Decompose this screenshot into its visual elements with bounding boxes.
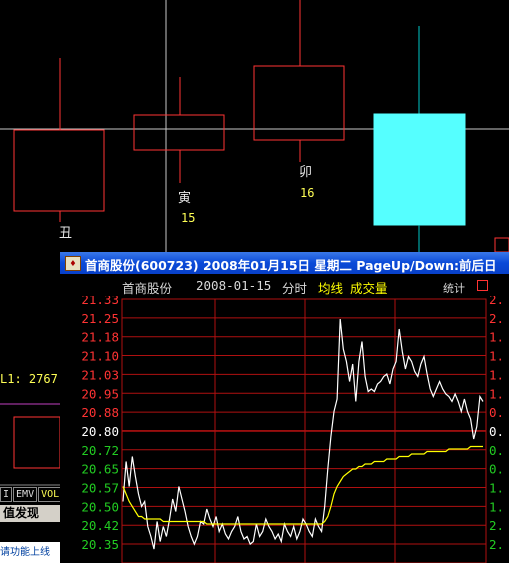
- price-tick-label: 20.35: [81, 537, 119, 552]
- function-hint-bar: 请功能上线: [0, 542, 60, 563]
- intraday-window: ♦ 首商股份(600723) 2008年01月15日 星期二 PageUp/Do…: [60, 252, 509, 563]
- window-titlebar[interactable]: ♦ 首商股份(600723) 2008年01月15日 星期二 PageUp/Do…: [60, 252, 509, 274]
- price-tick-label: 20.57: [81, 481, 119, 496]
- price-tick-label: 21.10: [81, 349, 119, 364]
- percent-tick-label: 1.: [489, 349, 504, 364]
- indicator-candle: [13, 416, 61, 469]
- percent-tick-label: 2.: [489, 311, 504, 326]
- percent-tick-label: 0.: [489, 462, 504, 477]
- chart-date: 2008-01-15: [196, 278, 272, 293]
- candle-3[interactable]: [253, 0, 345, 162]
- indicator-tab-emv[interactable]: EMV: [13, 487, 38, 502]
- candle-2[interactable]: [133, 77, 225, 183]
- intraday-chart[interactable]: 21.33 2. 21.25 2. 21.18 1. 21.10 1. 21.03 1. 20.95…: [60, 296, 509, 563]
- percent-tick-label: 2.: [489, 296, 504, 307]
- window-title: 首商股份(600723) 2008年01月15日 星期二 PageUp/Down…: [85, 258, 497, 273]
- price-tick-label: 21.33: [81, 296, 119, 307]
- price-tick-label: 20.72: [81, 443, 119, 458]
- close-icon[interactable]: [477, 280, 488, 291]
- candle-day-label: 16: [300, 186, 315, 200]
- price-tick-label: 20.50: [81, 499, 119, 514]
- candle-branch-label: 寅: [178, 191, 192, 206]
- percent-tick-label: 0.: [489, 443, 504, 458]
- side-panel-edge: [494, 237, 509, 253]
- candle-4[interactable]: [373, 26, 466, 252]
- price-tick-label: 20.80: [81, 424, 119, 439]
- percent-tick-label: 1.: [489, 499, 504, 514]
- price-tick-label: 21.03: [81, 367, 119, 382]
- price-tick-label: 20.95: [81, 386, 119, 401]
- price-tick-label: 21.18: [81, 330, 119, 345]
- percent-tick-label: 2.: [489, 537, 504, 552]
- percent-tick-label: 1.: [489, 330, 504, 345]
- candle-branch-label: 丑: [59, 226, 73, 241]
- candle-branch-label: 卯: [299, 165, 313, 180]
- percent-tick-label: 2.: [489, 518, 504, 533]
- price-line: [122, 318, 484, 550]
- price-tick-label: 20.88: [81, 405, 119, 420]
- indicator-tabs: I EMV VOL-: [0, 487, 69, 502]
- app-icon: ♦: [65, 256, 81, 271]
- avg-line-label: 均线: [318, 281, 344, 296]
- price-tick-label: 21.25: [81, 311, 119, 326]
- price-tick-label: 20.65: [81, 462, 119, 477]
- candle-1[interactable]: [13, 58, 105, 222]
- candle-day-label: 15: [181, 211, 196, 225]
- price-tick-label: 20.42: [81, 518, 119, 533]
- volume-label: 成交量: [350, 281, 388, 296]
- percent-tick-label: 1.: [489, 386, 504, 401]
- value-find-button[interactable]: 值发现: [0, 505, 64, 522]
- chart-mode: 分时: [282, 281, 308, 296]
- chart-header: 首商股份 2008-01-15 分时 均线 成交量 统计: [60, 274, 509, 296]
- indicator-value: L1: 2767: [0, 372, 58, 386]
- indicator-tab[interactable]: I: [0, 487, 13, 502]
- stats-button[interactable]: 统计: [443, 280, 465, 296]
- average-price-line: [122, 445, 483, 525]
- percent-tick-label: 1.: [489, 367, 504, 382]
- percent-tick-label: 0.: [489, 405, 504, 420]
- percent-tick-label: 0.: [489, 424, 504, 439]
- stock-name: 首商股份: [122, 281, 173, 296]
- percent-tick-label: 1.: [489, 481, 504, 496]
